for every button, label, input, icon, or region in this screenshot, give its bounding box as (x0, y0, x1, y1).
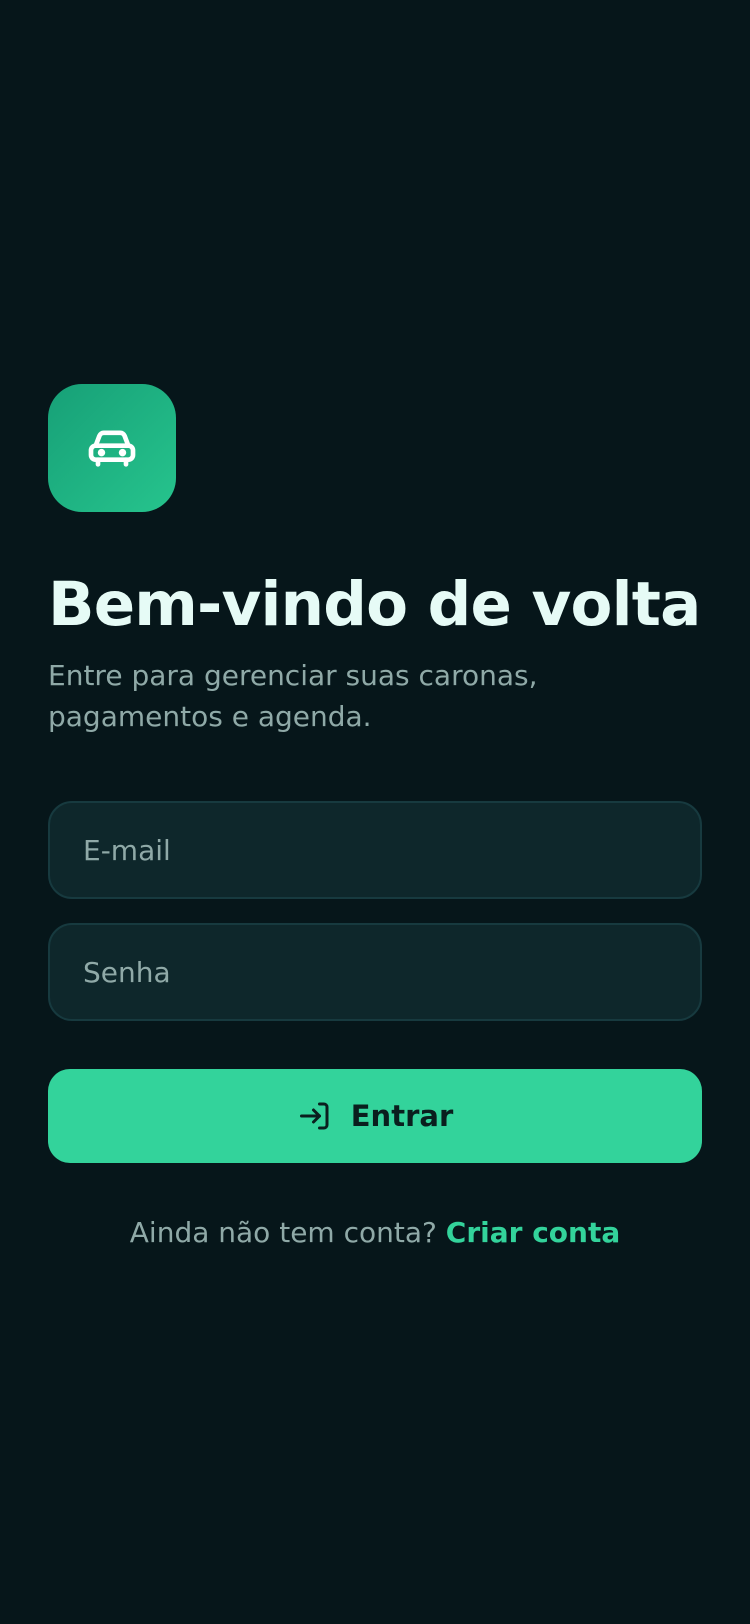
app-logo (48, 384, 176, 512)
password-field[interactable] (48, 923, 702, 1021)
signup-prompt: Ainda não tem conta? Criar conta (48, 1213, 702, 1253)
email-input[interactable] (83, 833, 700, 867)
email-field[interactable] (48, 801, 702, 899)
page-title: Bem-vindo de volta (48, 569, 701, 640)
password-input[interactable] (83, 955, 700, 989)
page-subtitle: Entre para gerenciar suas caronas, pagam… (48, 659, 538, 733)
login-screen: Bem-vindo de volta Entre para gerenciar … (48, 384, 702, 1253)
create-account-link[interactable]: Criar conta (446, 1216, 620, 1249)
login-icon (299, 1102, 329, 1130)
login-button[interactable]: Entrar (48, 1069, 702, 1163)
car-icon (88, 430, 136, 467)
signup-prompt-text: Ainda não tem conta? (129, 1216, 437, 1249)
login-button-label: Entrar (350, 1099, 454, 1133)
